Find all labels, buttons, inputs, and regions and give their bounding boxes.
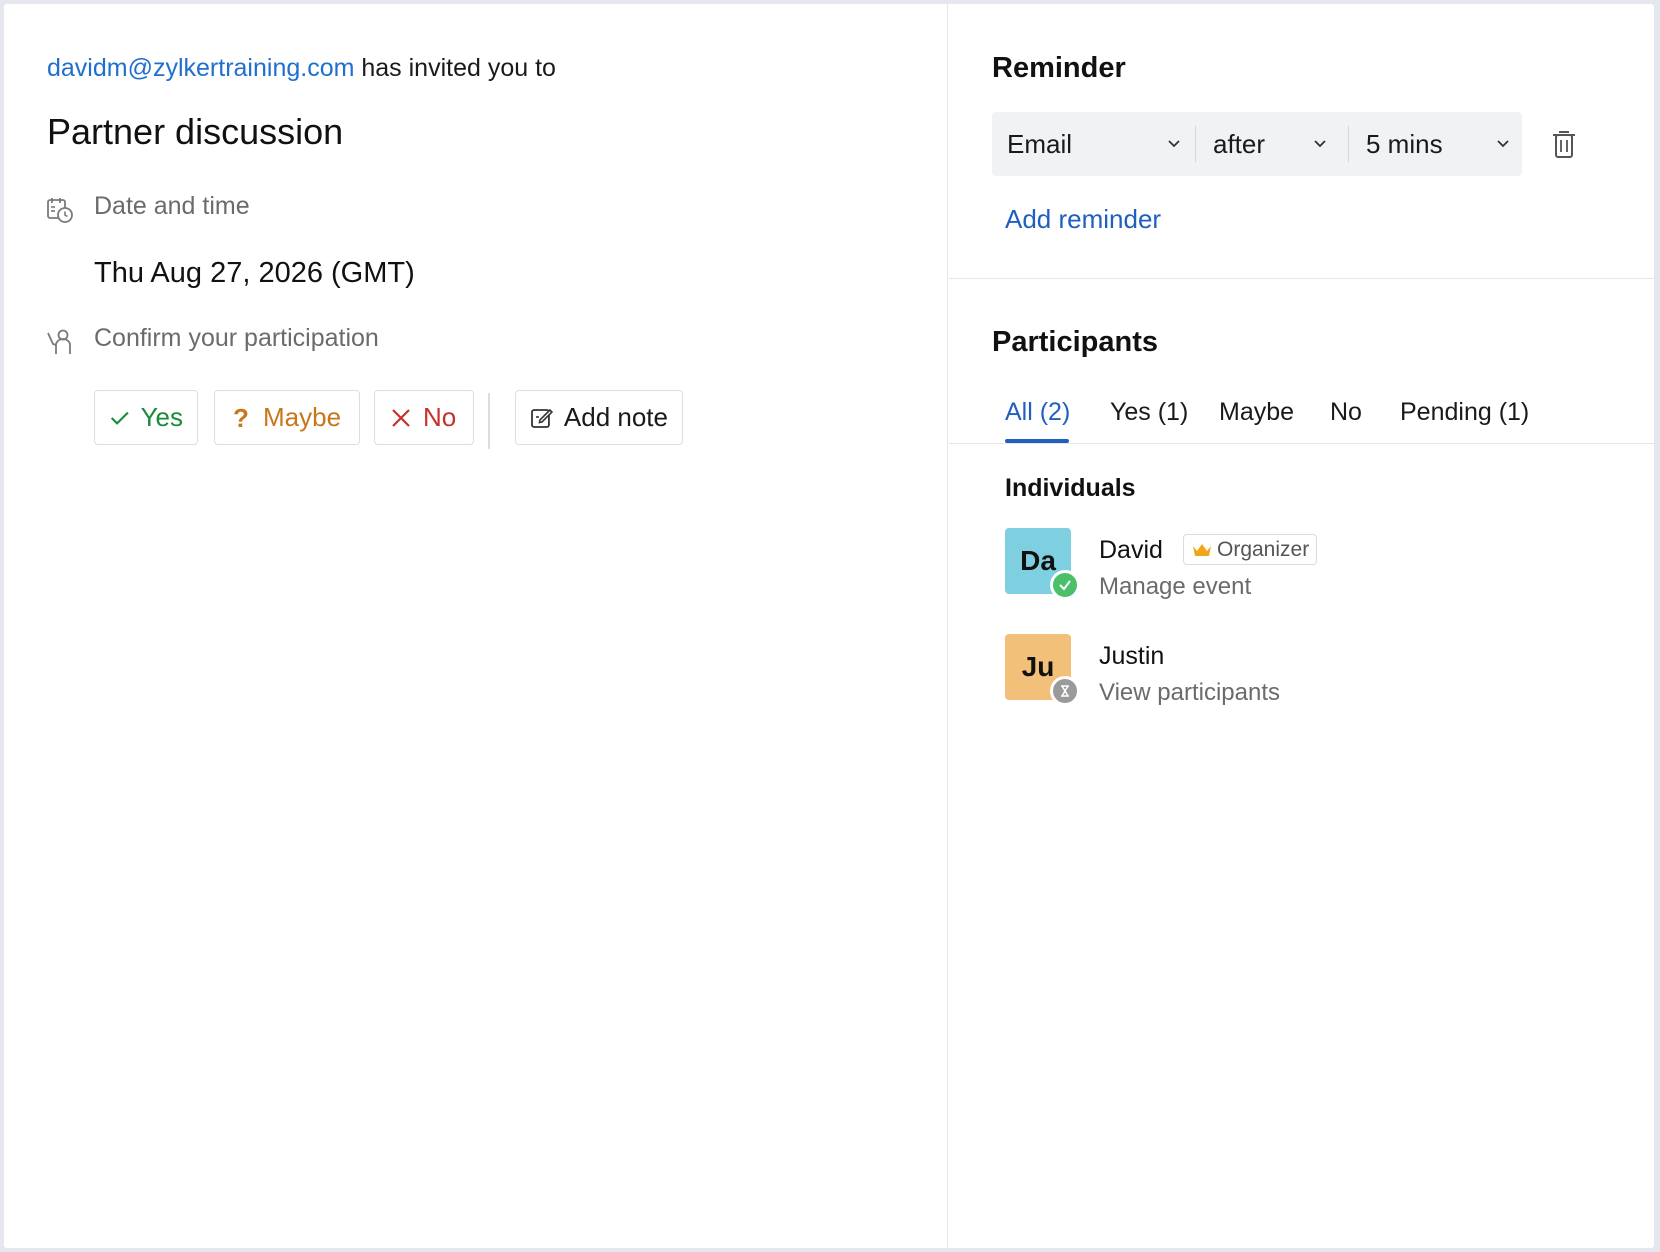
add-note-label: Add note (563, 402, 668, 432)
avatar-initials: Da (1020, 545, 1056, 576)
date-time-value: Thu Aug 27, 2026 (GMT) (94, 257, 415, 289)
reminder-type-select[interactable]: Email (1007, 112, 1187, 176)
reminder-type-value: Email (1007, 128, 1073, 159)
chevron-down-icon (1314, 140, 1326, 148)
organizer-badge-label: Organizer (1217, 537, 1310, 561)
sender-email-link[interactable]: davidm@zylkertraining.com (47, 54, 354, 82)
add-note-button[interactable]: Add note (515, 390, 683, 445)
tab-pending[interactable]: Pending (1) (1400, 398, 1529, 427)
calendar-clock-icon (47, 198, 73, 223)
person-raise-hand-icon (47, 329, 71, 354)
participant-name: David (1099, 536, 1163, 564)
trash-icon[interactable] (1549, 128, 1579, 160)
individuals-label: Individuals (1005, 474, 1136, 502)
tab-all[interactable]: All (2) (1005, 398, 1070, 427)
tab-maybe[interactable]: Maybe (1219, 398, 1294, 427)
sidebar-pane: Reminder Email after 5 mins Add reminder… (949, 4, 1654, 1248)
event-details-pane: davidm@zylkertraining.com has invited yo… (4, 4, 948, 1248)
reminder-heading: Reminder (992, 52, 1126, 84)
rsvp-yes-label: Yes (140, 402, 183, 432)
question-mark-icon: ? (233, 402, 249, 433)
reminder-timing-select[interactable]: after (1213, 112, 1343, 176)
chevron-down-icon (1168, 140, 1180, 148)
rsvp-maybe-button[interactable]: ? Maybe (214, 390, 360, 445)
dropdown-divider (1348, 126, 1349, 162)
organizer-badge: Organizer (1183, 534, 1318, 565)
rsvp-no-label: No (423, 402, 457, 432)
invite-line: davidm@zylkertraining.com has invited yo… (47, 54, 556, 83)
tab-yes[interactable]: Yes (1) (1110, 398, 1188, 427)
event-title: Partner discussion (47, 111, 344, 152)
participant-filter-tabs: All (2) Yes (1) Maybe No Pending (1) (949, 384, 1654, 444)
tab-no[interactable]: No (1330, 398, 1362, 427)
participant-name: Justin (1099, 642, 1165, 670)
view-participants-link[interactable]: View participants (1099, 679, 1280, 707)
active-tab-indicator (1005, 439, 1069, 443)
rsvp-no-button[interactable]: No (374, 390, 474, 445)
add-reminder-link[interactable]: Add reminder (1005, 204, 1161, 235)
event-invitation-panel: davidm@zylkertraining.com has invited yo… (4, 4, 1654, 1248)
avatar-initials: Ju (1021, 651, 1055, 682)
hourglass-icon (1050, 676, 1080, 706)
rsvp-maybe-label: Maybe (263, 402, 342, 432)
invite-text: has invited you to (361, 54, 556, 82)
section-divider (949, 278, 1654, 279)
participation-label: Confirm your participation (94, 324, 379, 352)
participants-heading: Participants (992, 326, 1158, 358)
manage-event-link[interactable]: Manage event (1099, 573, 1251, 601)
close-icon (392, 408, 410, 427)
accepted-status-icon (1050, 570, 1080, 600)
button-divider (488, 393, 490, 449)
edit-note-icon (531, 408, 554, 428)
reminder-duration-select[interactable]: 5 mins (1366, 112, 1516, 176)
crown-icon (1193, 543, 1211, 556)
participant-item[interactable]: Ju Justin View participants (1005, 634, 1565, 706)
reminder-row: Email after 5 mins (992, 112, 1522, 176)
reminder-duration-value: 5 mins (1366, 128, 1443, 159)
date-time-label: Date and time (94, 192, 250, 220)
reminder-timing-value: after (1213, 128, 1266, 159)
rsvp-yes-button[interactable]: Yes (94, 390, 198, 445)
check-icon (110, 411, 129, 425)
participant-item[interactable]: Da David Organizer Manage event (1005, 528, 1565, 600)
dropdown-divider (1195, 126, 1196, 162)
chevron-down-icon (1497, 140, 1509, 148)
